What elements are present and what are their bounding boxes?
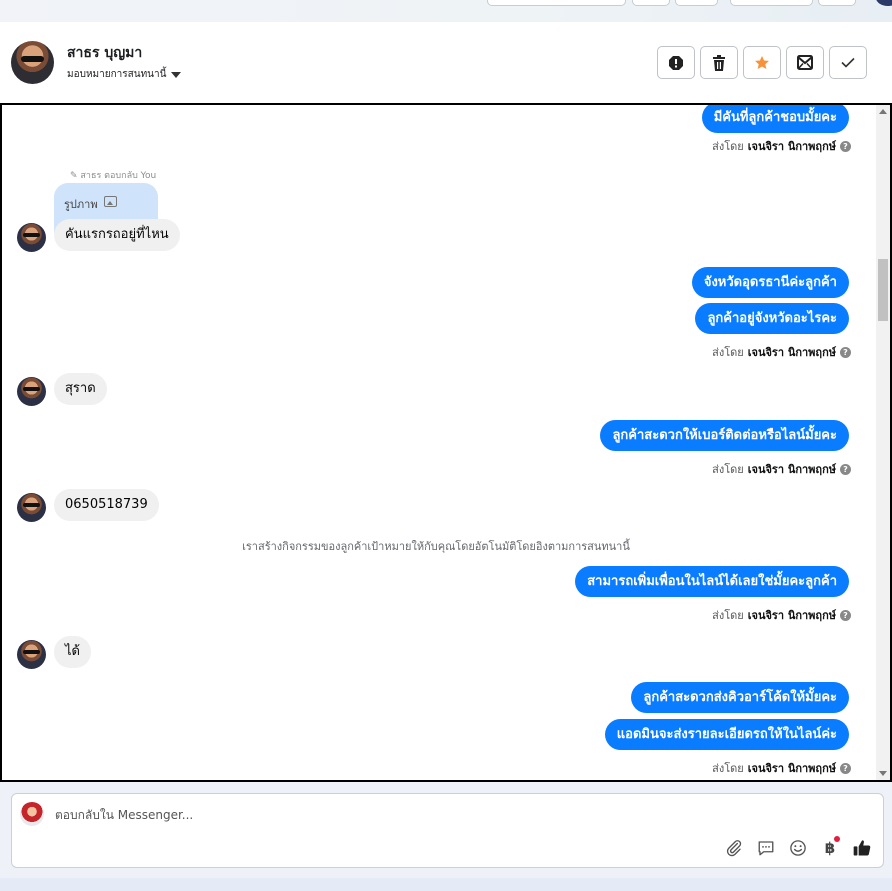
contact-avatar-small: [17, 223, 46, 252]
message-outgoing[interactable]: ลูกค้าสะดวกส่งคิวอาร์โค้ดให้มั้ยคะ: [631, 682, 849, 713]
saved-reply-icon: [758, 841, 774, 856]
bottom-strip: [0, 878, 892, 891]
baht-icon: ฿: [824, 839, 836, 857]
mark-unread-button[interactable]: [786, 46, 824, 79]
message-outgoing[interactable]: ลูกค้าสะดวกให้เบอร์ติดต่อหรือไลน์มั้ยคะ: [600, 420, 849, 451]
top-toolbar-button[interactable]: [487, 0, 626, 6]
message-incoming[interactable]: คันแรกรถอยู่ที่ไหน: [54, 219, 180, 251]
assign-label: มอบหมายการสนทนานี้: [67, 69, 167, 80]
contact-avatar-small: [17, 493, 46, 522]
emoji-button[interactable]: [788, 838, 808, 858]
top-toolbar-button[interactable]: [730, 0, 813, 6]
sent-by-label: ส่งโดย เจนจิรา นิกาพฤกษ์ ?: [712, 606, 851, 624]
image-icon: [103, 196, 117, 207]
sent-by-label: ส่งโดย เจนจิรา นิกาพฤกษ์ ?: [712, 137, 851, 155]
scroll-down-arrow-icon[interactable]: [879, 771, 887, 776]
message-outgoing[interactable]: แอดมินจะส่งรายละเอียดรถให้ในไลน์ค่ะ: [604, 719, 849, 750]
contact-avatar-small: [17, 640, 46, 669]
help-icon[interactable]: ?: [840, 346, 851, 358]
emoji-icon: [790, 840, 806, 856]
check-icon: [841, 57, 855, 68]
reply-note: ✎ สาธร ตอบกลับ You: [70, 171, 157, 181]
page-avatar: [20, 802, 44, 826]
notification-dot: [834, 836, 840, 842]
sent-by-label: ส่งโดย เจนจิรา นิกาพฤกษ์ ?: [712, 460, 851, 478]
payment-button[interactable]: ฿: [820, 836, 840, 858]
top-toolbar-button[interactable]: [818, 0, 856, 6]
scroll-up-arrow-icon[interactable]: [879, 109, 887, 114]
top-toolbar-strip: [0, 0, 892, 22]
system-note: เราสร้างกิจกรรมของลูกค้าเป้าหมายให้กับคุ…: [242, 540, 630, 553]
send-like-button[interactable]: [852, 838, 872, 858]
thread-scrollbar[interactable]: [876, 105, 890, 780]
help-icon[interactable]: ?: [840, 762, 851, 774]
account-avatar[interactable]: [876, 0, 892, 6]
caret-down-icon: [171, 71, 182, 78]
reply-composer: ฿: [11, 793, 884, 868]
reply-input[interactable]: [55, 808, 655, 822]
message-outgoing[interactable]: สามารถเพิ่มเพื่อนในไลน์ได้เลยใช่มั้ยคะลู…: [575, 566, 849, 597]
delete-button[interactable]: [700, 46, 738, 79]
star-icon: [755, 55, 769, 69]
trash-icon: [713, 54, 725, 71]
mail-icon: [797, 55, 813, 70]
saved-reply-button[interactable]: [756, 838, 776, 858]
help-icon[interactable]: ?: [840, 140, 851, 152]
message-incoming[interactable]: 0650518739: [54, 489, 159, 521]
sent-by-label: ส่งโดย เจนจิรา นิกาพฤกษ์ ?: [712, 343, 851, 361]
header-actions: [657, 46, 867, 79]
spam-icon: [669, 55, 683, 70]
thumbs-up-icon: [853, 840, 871, 856]
mark-done-button[interactable]: [829, 46, 867, 79]
message-outgoing[interactable]: มีคันที่ลูกค้าชอบมั้ยคะ: [701, 105, 849, 133]
sent-by-label: ส่งโดย เจนจิรา นิกาพฤกษ์ ?: [712, 759, 851, 777]
mark-spam-button[interactable]: [657, 46, 695, 79]
top-toolbar-button[interactable]: [632, 0, 670, 6]
top-toolbar-button[interactable]: [675, 0, 718, 6]
help-icon[interactable]: ?: [840, 463, 851, 475]
assign-conversation-dropdown[interactable]: มอบหมายการสนทนานี้: [67, 67, 182, 82]
message-outgoing[interactable]: จังหวัดอุดรธานีค่ะลูกค้า: [691, 267, 849, 298]
attach-button[interactable]: [724, 838, 744, 858]
composer-tools: ฿: [724, 836, 872, 858]
message-incoming[interactable]: สุราด: [54, 373, 107, 405]
message-incoming[interactable]: ได้: [54, 636, 91, 668]
message-outgoing[interactable]: ลูกค้าอยู่จังหวัดอะไรคะ: [695, 303, 849, 334]
message-thread[interactable]: มีคันที่ลูกค้าชอบมั้ยคะ ส่งโดย เจนจิรา น…: [0, 103, 892, 782]
help-icon[interactable]: ?: [840, 609, 851, 621]
star-button[interactable]: [743, 46, 781, 79]
paperclip-icon: [726, 840, 742, 857]
conversation-header: สาธร บุญมา มอบหมายการสนทนานี้: [0, 22, 892, 104]
contact-name[interactable]: สาธร บุญมา: [67, 42, 142, 64]
contact-avatar-small: [17, 377, 46, 406]
scroll-thumb[interactable]: [878, 259, 888, 321]
contact-avatar[interactable]: [11, 41, 54, 84]
pencil-icon: ✎: [70, 171, 78, 181]
